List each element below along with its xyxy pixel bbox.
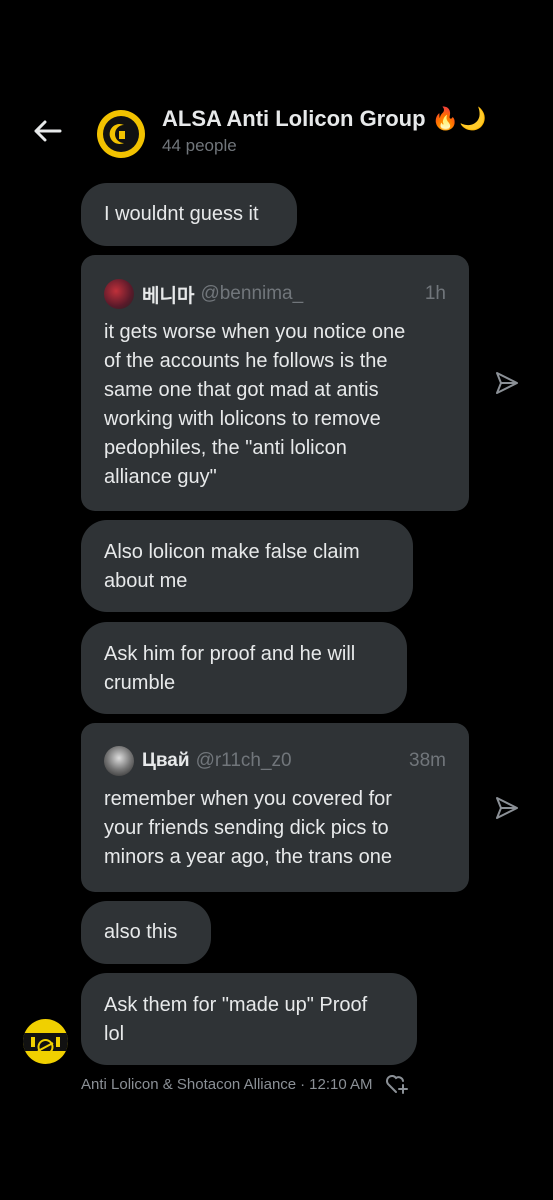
message-bubble[interactable]: Ask them for "made up" Proof lol xyxy=(81,973,417,1065)
quoted-post-header: Цвай @r11ch_z0 38m xyxy=(104,746,446,776)
message-bubble[interactable]: Ask him for proof and he will crumble xyxy=(81,622,407,714)
message-time: 12:10 AM xyxy=(309,1075,373,1093)
quoted-post[interactable]: 베니마 @bennima_ 1h it gets worse when you … xyxy=(81,255,469,511)
separator: · xyxy=(300,1075,306,1093)
quoted-author-handle: @r11ch_z0 xyxy=(195,750,292,771)
crescent-logo-icon xyxy=(103,116,139,152)
quoted-post[interactable]: Цвай @r11ch_z0 38m remember when you cov… xyxy=(81,723,469,892)
quoted-author-handle: @bennima_ xyxy=(200,283,304,304)
quoted-author-name: Цвай xyxy=(142,750,190,771)
message-bubble[interactable]: also this xyxy=(81,901,211,964)
quoted-author-name: 베니마 xyxy=(142,285,195,307)
message-bubble[interactable]: Also lolicon make false claim about me xyxy=(81,520,413,612)
quoted-timestamp: 1h xyxy=(424,283,446,304)
message-text: Ask him for proof and he will crumble xyxy=(104,643,356,694)
group-avatar[interactable] xyxy=(97,110,145,158)
alliance-logo-icon xyxy=(23,1033,68,1055)
message-text: Also lolicon make false claim about me xyxy=(104,541,360,592)
quoted-post-text: remember when you covered for your frien… xyxy=(104,788,392,868)
avatar xyxy=(104,279,134,309)
message-text: Ask them for "made up" Proof lol xyxy=(104,994,368,1045)
quoted-post-header: 베니마 @bennima_ 1h xyxy=(104,279,446,309)
send-icon[interactable] xyxy=(494,795,520,821)
quoted-post-text: it gets worse when you notice one of the… xyxy=(104,321,406,488)
quoted-timestamp: 38m xyxy=(409,750,446,771)
add-reaction-heart-icon[interactable] xyxy=(385,1073,409,1095)
avatar xyxy=(104,746,134,776)
message-bubble[interactable]: I wouldnt guess it xyxy=(81,183,297,246)
back-arrow-icon[interactable] xyxy=(30,114,64,148)
conversation-title[interactable]: ALSA Anti Lolicon Group 🔥🌙 xyxy=(162,106,486,132)
sender-name: Anti Lolicon & Shotacon Alliance xyxy=(81,1075,297,1093)
sender-avatar[interactable] xyxy=(23,1019,68,1064)
member-count[interactable]: 44 people xyxy=(162,136,237,156)
message-text: I wouldnt guess it xyxy=(104,203,259,225)
message-text: also this xyxy=(104,921,178,943)
message-footer: Anti Lolicon & Shotacon Alliance · 12:10… xyxy=(81,1073,409,1095)
send-icon[interactable] xyxy=(494,370,520,396)
